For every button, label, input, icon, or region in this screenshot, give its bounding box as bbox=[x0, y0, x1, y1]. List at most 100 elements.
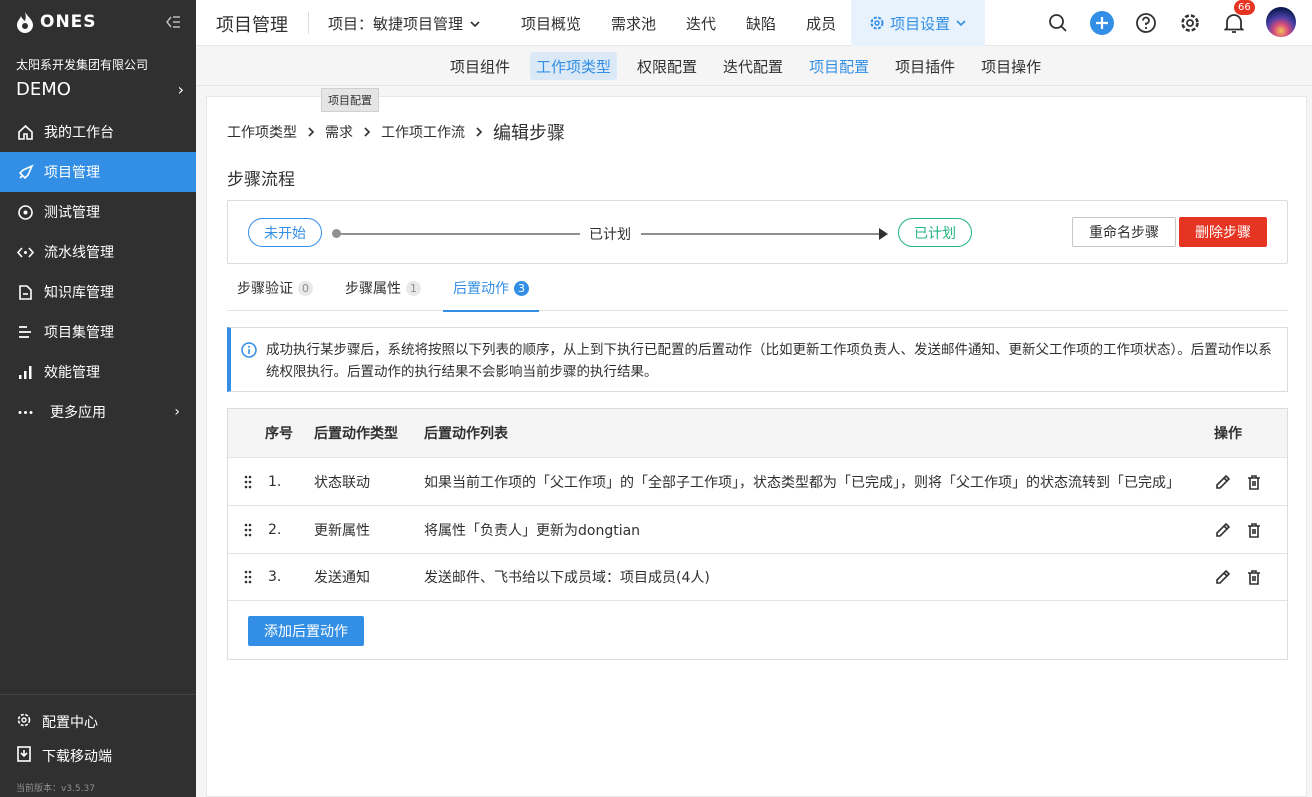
settings-gear-icon[interactable] bbox=[1178, 11, 1202, 35]
breadcrumb-workflow[interactable]: 工作项工作流 bbox=[381, 122, 465, 142]
breadcrumb-requirement[interactable]: 需求 bbox=[325, 122, 353, 142]
breadcrumb-current: 编辑步骤 bbox=[493, 123, 565, 144]
delete-trash-icon[interactable] bbox=[1245, 569, 1262, 586]
settings-subnav: 项目组件 工作项类型 权限配置 迭代配置 项目配置 项目插件 项目操作 bbox=[196, 46, 1312, 86]
project-selector[interactable]: 项目：敏捷项目管理 bbox=[328, 13, 481, 34]
avatar[interactable] bbox=[1266, 7, 1296, 37]
subtab-sprint-config[interactable]: 迭代配置 bbox=[717, 52, 789, 80]
edit-pencil-icon[interactable] bbox=[1214, 569, 1231, 586]
nav-label: 知识库管理 bbox=[44, 285, 114, 301]
tab-project-settings[interactable]: 项目设置 bbox=[851, 0, 986, 46]
tab-post-actions[interactable]: 后置动作 3 bbox=[443, 265, 539, 312]
post-actions-table: 序号 后置动作类型 后置动作列表 操作 1. 状态联动 如果当前工作项的「父工作… bbox=[227, 408, 1288, 660]
delete-trash-icon[interactable] bbox=[1245, 521, 1262, 538]
tooltip: 项目配置 bbox=[321, 88, 379, 112]
gear-icon bbox=[870, 16, 884, 30]
step-flow: 未开始 已计划 已计划 重命名步骤 删除步骤 bbox=[227, 200, 1288, 264]
main-panel: 工作项类型 需求 工作项工作流 编辑步骤 步骤流程 未开始 已计划 已计划 重命… bbox=[206, 96, 1307, 797]
top-header: 项目管理 项目：敏捷项目管理 项目概览 需求池 迭代 缺陷 成员 项目设置 66 bbox=[196, 0, 1312, 46]
tab-sprint[interactable]: 迭代 bbox=[671, 0, 731, 46]
subtab-components[interactable]: 项目组件 bbox=[444, 52, 516, 80]
to-state-pill: 已计划 bbox=[898, 218, 972, 247]
flame-logo-icon bbox=[17, 12, 33, 33]
subtab-plugins[interactable]: 项目插件 bbox=[889, 52, 961, 80]
search-icon[interactable] bbox=[1046, 11, 1070, 35]
config-center-label: 配置中心 bbox=[42, 715, 98, 731]
delete-step-button[interactable]: 删除步骤 bbox=[1179, 217, 1267, 247]
step-name: 已计划 bbox=[589, 227, 631, 243]
row-type: 状态联动 bbox=[314, 474, 370, 491]
subtab-issue-types[interactable]: 工作项类型 bbox=[530, 52, 618, 80]
tab-backlog[interactable]: 需求池 bbox=[596, 0, 671, 46]
help-icon[interactable] bbox=[1134, 11, 1158, 35]
section-title: 步骤流程 bbox=[227, 170, 295, 190]
nav-item-program[interactable]: 项目集管理 bbox=[0, 312, 196, 352]
add-post-action-button[interactable]: 添加后置动作 bbox=[248, 616, 364, 646]
pipeline-icon bbox=[16, 243, 34, 261]
edit-pencil-icon[interactable] bbox=[1214, 473, 1231, 490]
nav-item-pipeline[interactable]: 流水线管理 bbox=[0, 232, 196, 272]
add-icon[interactable] bbox=[1090, 11, 1114, 35]
tab-bugs[interactable]: 缺陷 bbox=[731, 0, 791, 46]
tab-label: 步骤属性 bbox=[345, 281, 401, 297]
download-mobile-label: 下载移动端 bbox=[42, 749, 112, 765]
nav-item-wiki[interactable]: 知识库管理 bbox=[0, 272, 196, 312]
tab-members[interactable]: 成员 bbox=[791, 0, 851, 46]
app-title: 项目管理 bbox=[216, 15, 288, 36]
org-switcher[interactable]: DEMO › bbox=[16, 77, 184, 101]
drag-handle-icon[interactable] bbox=[228, 475, 268, 489]
info-text: 成功执行某步骤后，系统将按照以下列表的顺序，从上到下执行已配置的后置动作（比如更… bbox=[266, 342, 1272, 380]
info-notice: 成功执行某步骤后，系统将按照以下列表的顺序，从上到下执行已配置的后置动作（比如更… bbox=[227, 327, 1288, 392]
tab-label: 步骤验证 bbox=[237, 281, 293, 297]
tab-step-properties[interactable]: 步骤属性 1 bbox=[335, 265, 431, 311]
breadcrumb-issue-types[interactable]: 工作项类型 bbox=[227, 122, 297, 142]
download-mobile-link[interactable]: 下载移动端 bbox=[0, 739, 196, 773]
row-description: 将属性「负责人」更新为dongtian bbox=[424, 522, 641, 539]
table-row: 3. 发送通知 发送邮件、飞书给以下成员域：项目成员(4人) bbox=[228, 553, 1287, 601]
project-tabs: 项目概览 需求池 迭代 缺陷 成员 项目设置 bbox=[506, 0, 986, 46]
edit-pencil-icon[interactable] bbox=[1214, 521, 1231, 538]
table-row: 1. 状态联动 如果当前工作项的「父工作项」的「全部子工作项」，状态类型都为「已… bbox=[228, 457, 1287, 505]
chevron-right-icon bbox=[473, 126, 485, 138]
more-icon bbox=[16, 403, 34, 421]
subtab-operations[interactable]: 项目操作 bbox=[975, 52, 1047, 80]
subtab-project-config[interactable]: 项目配置 bbox=[803, 52, 875, 80]
drag-handle-icon[interactable] bbox=[228, 523, 268, 537]
nav-item-more-apps[interactable]: 更多应用 › bbox=[0, 392, 196, 432]
nav-item-project[interactable]: 项目管理 bbox=[0, 152, 196, 192]
ones-logo[interactable]: ONES bbox=[16, 10, 97, 34]
row-actions bbox=[1214, 521, 1284, 538]
chevron-right-icon bbox=[361, 126, 373, 138]
collapse-sidebar-icon[interactable] bbox=[164, 13, 182, 31]
nav-item-testing[interactable]: 测试管理 bbox=[0, 192, 196, 232]
nav-label: 项目管理 bbox=[44, 165, 100, 181]
col-header-list: 后置动作列表 bbox=[424, 426, 508, 442]
drag-handle-icon[interactable] bbox=[228, 570, 268, 584]
nav-label: 我的工作台 bbox=[44, 125, 114, 141]
test-icon bbox=[16, 203, 34, 221]
breadcrumb: 工作项类型 需求 工作项工作流 编辑步骤 bbox=[227, 119, 565, 145]
nav-label: 更多应用 bbox=[50, 405, 106, 421]
tab-overview[interactable]: 项目概览 bbox=[506, 0, 596, 46]
chevron-right-icon bbox=[305, 126, 317, 138]
nav-item-performance[interactable]: 效能管理 bbox=[0, 352, 196, 392]
wiki-icon bbox=[16, 283, 34, 301]
flow-line bbox=[336, 233, 580, 235]
row-type: 更新属性 bbox=[314, 522, 370, 539]
rename-step-button[interactable]: 重命名步骤 bbox=[1072, 217, 1176, 247]
tab-step-validation[interactable]: 步骤验证 0 bbox=[227, 265, 323, 311]
chevron-right-icon: › bbox=[174, 404, 180, 420]
home-icon bbox=[16, 123, 34, 141]
row-type: 发送通知 bbox=[314, 570, 370, 586]
row-description: 发送邮件、飞书给以下成员域：项目成员(4人) bbox=[424, 570, 710, 586]
flow-line bbox=[641, 233, 881, 235]
config-center-link[interactable]: 配置中心 bbox=[0, 705, 196, 739]
delete-trash-icon[interactable] bbox=[1245, 473, 1262, 490]
tab-label: 后置动作 bbox=[453, 281, 509, 297]
project-selector-label: 项目：敏捷项目管理 bbox=[328, 15, 464, 33]
nav-item-workbench[interactable]: 我的工作台 bbox=[0, 112, 196, 152]
subtab-permissions[interactable]: 权限配置 bbox=[631, 52, 703, 80]
row-number: 2. bbox=[268, 521, 282, 538]
notification-badge: 66 bbox=[1234, 0, 1255, 15]
chart-icon bbox=[16, 363, 34, 381]
